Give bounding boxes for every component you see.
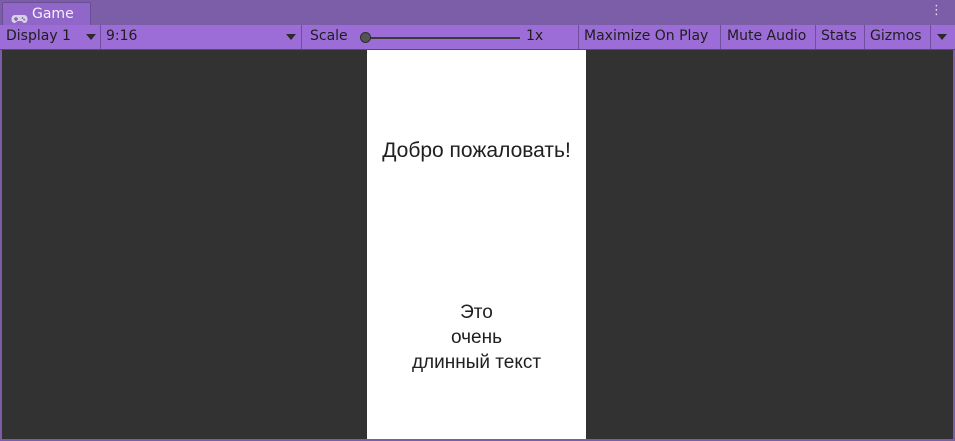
aspect-dropdown-label: 9:16 [106,28,138,44]
tab-game[interactable]: Game [2,2,91,25]
stats-toggle[interactable]: Stats [821,25,857,49]
game-toolbar: Display 1 9:16 Scale 1x Maximize On Play… [0,25,955,50]
display-dropdown[interactable]: Display 1 [6,25,71,49]
scale-slider-handle[interactable] [360,32,371,43]
toolbar-divider [720,25,721,49]
long-text-line: очень [450,327,502,348]
maximize-on-play-toggle[interactable]: Maximize On Play [584,25,708,49]
toolbar-divider [930,25,931,49]
welcome-text: Добро пожаловать! [382,139,571,162]
aspect-dropdown[interactable]: 9:16 [106,25,137,49]
toolbar-divider [301,25,302,49]
toolbar-divider [815,25,816,49]
scale-label: Scale [310,28,348,44]
display-dropdown-label: Display 1 [6,28,71,44]
game-screen: Добро пожаловать! Это очень длинный текс… [367,50,586,439]
game-viewport: Добро пожаловать! Это очень длинный текс… [2,50,953,439]
chevron-down-icon [286,34,296,40]
toolbar-divider [578,25,579,49]
scale-value: 1x [526,28,544,44]
toolbar-divider [864,25,865,49]
long-text-line: длинный текст [411,352,542,373]
long-text: Это очень длинный текст [367,300,586,375]
tab-bar: Game ⋮ [0,0,955,25]
tab-label: Game [32,6,74,22]
mute-audio-toggle[interactable]: Mute Audio [727,25,806,49]
long-text-line: Это [460,302,493,323]
toolbar-divider [100,25,101,49]
chevron-down-icon [86,34,96,40]
gizmos-dropdown-arrow-icon[interactable] [937,34,947,40]
gizmos-toggle[interactable]: Gizmos [870,25,922,49]
kebab-menu-icon[interactable]: ⋮ [930,4,943,18]
scale-slider-track[interactable] [368,37,520,39]
